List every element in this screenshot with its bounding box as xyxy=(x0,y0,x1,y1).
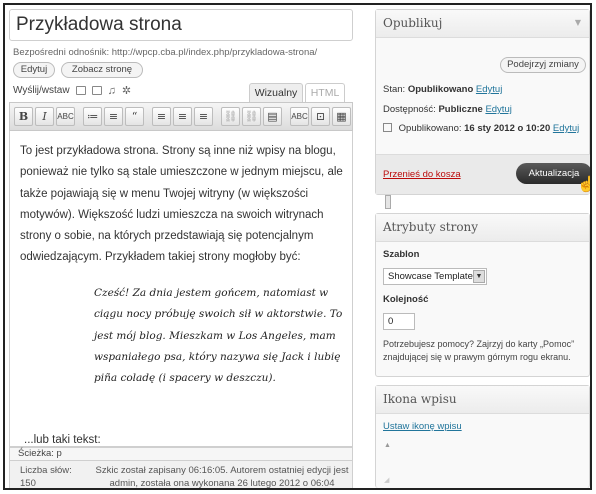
page-attributes-header[interactable]: Atrybuty strony xyxy=(376,214,589,242)
featured-image-header[interactable]: Ikona wpisu xyxy=(376,386,589,414)
content-editor[interactable]: To jest przykładowa strona. Strony są in… xyxy=(9,131,353,447)
sidebar: Opublikuj ▼ Podejrzyj zmiany Stan: Opubl… xyxy=(375,9,590,488)
bold-button[interactable]: B xyxy=(14,107,33,126)
spellcheck-button[interactable]: ABC xyxy=(290,107,309,126)
editor-status-bar: Liczba słów: 150 Szkic został zapisany 0… xyxy=(9,461,353,489)
align-left-button[interactable]: ≡ xyxy=(152,107,171,126)
video-upload-icon[interactable] xyxy=(91,86,102,95)
publish-box-title: Opublikuj xyxy=(383,16,443,30)
view-page-button[interactable]: Zobacz stronę xyxy=(61,62,143,78)
unlink-button[interactable]: ⛓ xyxy=(242,107,261,126)
chevron-down-icon: ▼ xyxy=(473,270,485,283)
published-value: 16 sty 2012 o 10:20 xyxy=(464,123,551,134)
title-text: Przykładowa strona xyxy=(16,14,182,35)
hand-cursor-icon: ☝ xyxy=(577,175,590,193)
numbered-list-button[interactable]: ≡ xyxy=(104,107,123,126)
edit-date-link[interactable]: Edytuj xyxy=(553,123,579,134)
upload-insert-label: Wyślij/wstaw xyxy=(13,85,70,96)
title-input[interactable]: Przykładowa strona xyxy=(9,9,353,41)
page-attributes-title: Atrybuty strony xyxy=(383,220,479,234)
edit-permalink-button[interactable]: Edytuj xyxy=(13,62,55,78)
visibility-line: Dostępność: Publiczne Edytuj xyxy=(383,104,512,115)
intro-paragraph: To jest przykładowa strona. Strony są in… xyxy=(20,145,343,264)
permalink-text: Bezpośredni odnośnik: http://wpcp.cba.pl… xyxy=(13,47,318,58)
visibility-label: Dostępność: xyxy=(383,104,436,115)
resize-grip-icon[interactable]: ◢ xyxy=(384,476,389,484)
help-text: Potrzebujesz pomocy? Zajrzyj do karty „P… xyxy=(383,339,575,362)
tab-visual[interactable]: Wizualny xyxy=(249,83,303,102)
scroll-up-icon[interactable]: ▲ xyxy=(384,442,391,449)
align-right-button[interactable]: ≡ xyxy=(194,107,213,126)
formatting-toolbar: B I ABC ≔ ≡ “ ≡ ≡ ≡ ⛓ ⛓ ▤ ABC ⊡ ▦ xyxy=(9,102,353,131)
media-upload-icon[interactable]: ✲ xyxy=(122,85,131,96)
blockquote-button[interactable]: “ xyxy=(125,107,144,126)
tab-html[interactable]: HTML xyxy=(305,83,345,102)
image-upload-icon[interactable] xyxy=(75,86,86,95)
edit-visibility-link[interactable]: Edytuj xyxy=(485,104,511,115)
status-value: Opublikowano xyxy=(407,84,474,95)
path-bar: Ścieżka: p xyxy=(9,447,353,461)
align-center-button[interactable]: ≡ xyxy=(173,107,192,126)
editor-screen: Przykładowa strona Bezpośredni odnośnik:… xyxy=(3,3,592,490)
calendar-icon xyxy=(383,123,392,132)
insert-link-button[interactable]: ⛓ xyxy=(221,107,240,126)
order-input[interactable]: 0 xyxy=(383,313,415,330)
preview-changes-button[interactable]: Podejrzyj zmiany xyxy=(500,57,586,73)
template-select[interactable]: Showcase Template ▼ xyxy=(383,268,487,285)
publish-actions: Przenieś do kosza Aktualizacja xyxy=(376,154,590,194)
published-date-line: Opublikowano: 16 sty 2012 o 10:20 Edytuj xyxy=(383,123,579,134)
more-tag-button[interactable]: ▤ xyxy=(263,107,282,126)
published-label: Opublikowano: xyxy=(398,123,462,134)
publish-box-header[interactable]: Opublikuj ▼ xyxy=(376,10,589,38)
autosave-status: Szkic został zapisany 06:16:05. Autorem … xyxy=(95,465,349,489)
media-row: Wyślij/wstaw ♫ ✲ xyxy=(13,85,131,96)
edit-status-link[interactable]: Edytuj xyxy=(476,84,502,95)
featured-image-title: Ikona wpisu xyxy=(383,392,457,406)
music-upload-icon[interactable]: ♫ xyxy=(108,85,116,96)
collapse-arrow-icon[interactable]: ▼ xyxy=(575,10,581,36)
kitchen-sink-button[interactable]: ▦ xyxy=(332,107,351,126)
after-quote-text: ...lub taki tekst: xyxy=(24,434,101,446)
status-label: Stan: xyxy=(383,84,406,95)
order-label: Kolejność xyxy=(383,294,429,305)
italic-button[interactable]: I xyxy=(35,107,54,126)
strikethrough-button[interactable]: ABC xyxy=(56,107,75,126)
visibility-value: Publiczne xyxy=(438,104,483,115)
page-attributes-box: Atrybuty strony Szablon Showcase Templat… xyxy=(375,213,590,377)
publish-box: Opublikuj ▼ Podejrzyj zmiany Stan: Opubl… xyxy=(375,9,590,195)
status-line: Stan: Opublikowano Edytuj xyxy=(383,84,502,95)
template-selected-value: Showcase Template xyxy=(388,271,473,282)
bullet-list-button[interactable]: ≔ xyxy=(83,107,102,126)
set-featured-image-link[interactable]: Ustaw ikonę wpisu xyxy=(383,421,462,432)
template-label: Szablon xyxy=(383,249,420,260)
word-count: Liczba słów: 150 xyxy=(20,465,72,489)
drag-handle[interactable] xyxy=(385,195,391,209)
fullscreen-button[interactable]: ⊡ xyxy=(311,107,330,126)
move-to-trash-link[interactable]: Przenieś do kosza xyxy=(383,169,461,180)
featured-image-box: Ikona wpisu Ustaw ikonę wpisu ▲ ◢ xyxy=(375,385,590,488)
sample-quote: Cześć! Za dnia jestem gońcem, natomiast … xyxy=(94,287,343,385)
